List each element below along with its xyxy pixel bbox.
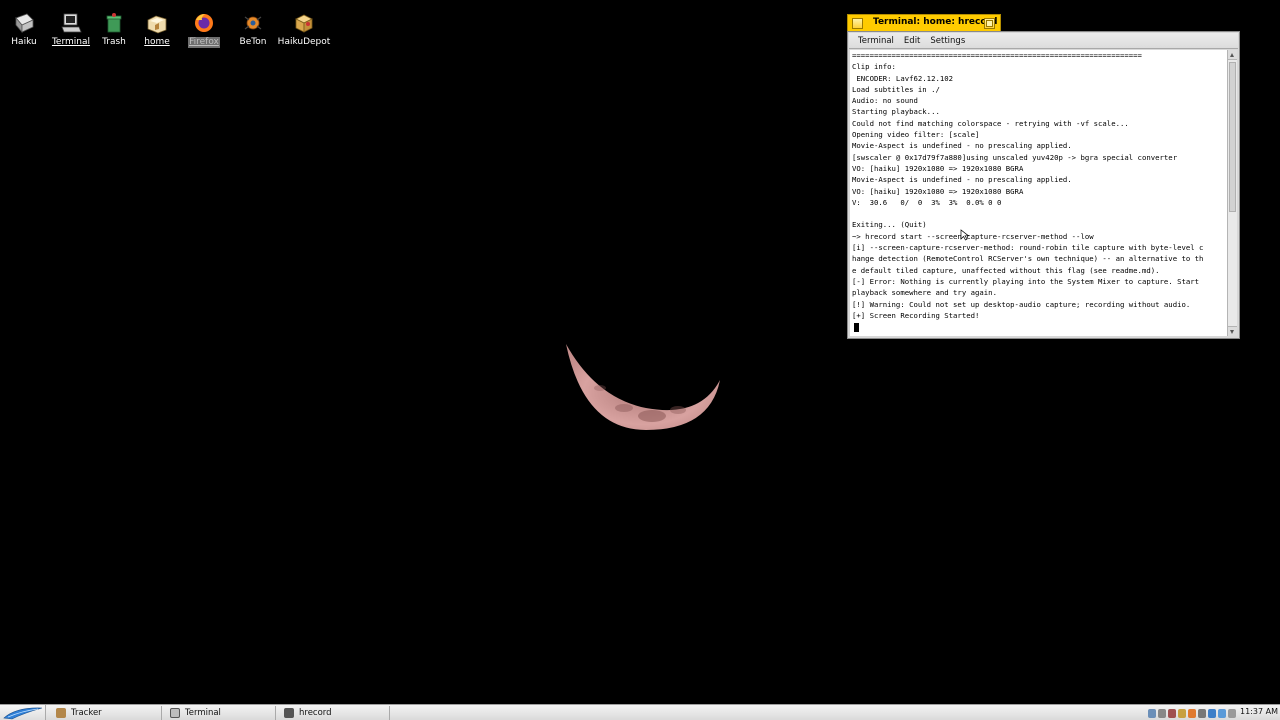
tray-app-icon[interactable]	[1168, 708, 1176, 718]
vertical-scrollbar[interactable]	[1227, 50, 1237, 336]
mouse-pointer-icon	[960, 226, 970, 245]
terminal-line: Movie-Aspect is undefined - no prescalin…	[852, 141, 1072, 151]
desktop-icon-label: Haiku	[11, 37, 37, 47]
terminal-icon	[170, 708, 180, 718]
terminal-line: [i] --screen-capture-rcserver-method: ro…	[852, 243, 1204, 253]
terminal-line: [!] Warning: Could not set up desktop-au…	[852, 299, 1191, 309]
hrecord-icon	[284, 708, 294, 718]
desktop-icon-label: HaikuDepot	[277, 37, 331, 47]
scroll-down-arrow-icon[interactable]	[1228, 326, 1237, 336]
tracker-icon	[56, 708, 66, 718]
menu-settings[interactable]: Settings	[925, 36, 970, 46]
tray-app-icon[interactable]	[1188, 708, 1196, 718]
terminal-line: VO: [haiku] 1920x1080 => 1920x1080 BGRA	[852, 163, 1024, 173]
deskbar-menu-button[interactable]	[0, 705, 46, 720]
task-label: Terminal	[185, 708, 221, 718]
window-tab[interactable]: Terminal: home: hrecord	[847, 14, 1001, 31]
terminal-output[interactable]: ========================================…	[850, 50, 1228, 336]
home-folder-icon	[146, 12, 168, 34]
terminal-line: V: 30.6 0/ 0 3% 3% 0.0% 0 0	[852, 197, 1002, 207]
menu-edit[interactable]: Edit	[899, 36, 925, 46]
network-icon[interactable]	[1148, 708, 1156, 718]
scroll-thumb[interactable]	[1229, 62, 1236, 212]
text-cursor	[854, 323, 859, 333]
haiku-leaf-icon	[3, 707, 43, 720]
terminal-line: Opening video filter: [scale]	[852, 130, 980, 140]
terminal-line: Could not find matching colorspace - ret…	[852, 118, 1129, 128]
menu-terminal[interactable]: Terminal	[853, 36, 899, 46]
tray-app-icon[interactable]	[1208, 708, 1216, 718]
clock[interactable]: 11:37 AM	[1240, 707, 1278, 716]
window-title: Terminal: home: hrecord	[873, 17, 998, 27]
wallpaper-moon	[560, 322, 724, 434]
terminal-line: [-] Error: Nothing is currently playing …	[852, 276, 1200, 286]
terminal-icon	[60, 12, 82, 34]
desktop-icon-label: Trash	[102, 37, 126, 47]
desktop-icon-label: home	[144, 37, 170, 47]
terminal-line: Starting playback...	[852, 107, 940, 117]
terminal-line: ========================================…	[852, 51, 1142, 60]
tray-app-icon[interactable]	[1198, 708, 1206, 718]
window-frame: Terminal Edit Settings =================…	[847, 31, 1240, 339]
scroll-up-arrow-icon[interactable]	[1228, 50, 1237, 60]
terminal-line: ~> hrecord start --screen-capture-rcserv…	[852, 231, 1094, 241]
menu-bar: Terminal Edit Settings	[849, 33, 1238, 49]
terminal-line: VO: [haiku] 1920x1080 => 1920x1080 BGRA	[852, 186, 1024, 196]
terminal-line: playback somewhere and try again.	[852, 288, 997, 298]
trash-icon	[103, 12, 125, 34]
task-terminal[interactable]: Terminal	[164, 706, 276, 720]
deskbar: Tracker Terminal hrecord 11:37 AM	[0, 704, 1280, 720]
zoom-button[interactable]	[984, 18, 995, 29]
terminal-line: Load subtitles in ./	[852, 84, 940, 94]
desktop-icon-label: BeTon	[239, 37, 267, 47]
firefox-icon	[193, 12, 215, 34]
terminal-window: Terminal: home: hrecord Terminal Edit Se…	[847, 14, 1240, 339]
task-label: Tracker	[71, 708, 102, 718]
task-tracker[interactable]: Tracker	[50, 706, 162, 720]
terminal-line: [+] Screen Recording Started!	[852, 310, 980, 320]
system-tray	[1148, 707, 1236, 719]
tray-app-icon[interactable]	[1158, 708, 1166, 718]
terminal-line: Audio: no sound	[852, 96, 918, 106]
desktop-icon-label: Firefox	[188, 37, 220, 48]
task-label: hrecord	[299, 708, 332, 718]
terminal-line: Exiting... (Quit)	[852, 220, 927, 230]
terminal-line: Movie-Aspect is undefined - no prescalin…	[852, 175, 1072, 185]
beton-icon	[242, 12, 264, 34]
terminal-line: [swscaler @ 0x17d79f7a880]using unscaled…	[852, 152, 1178, 162]
package-box-icon	[293, 12, 315, 34]
task-hrecord[interactable]: hrecord	[278, 706, 390, 720]
haiku-disk-icon	[13, 12, 35, 34]
close-button[interactable]	[852, 18, 863, 29]
terminal-line: ENCODER: Lavf62.12.102	[852, 73, 954, 83]
volume-icon[interactable]	[1228, 708, 1236, 718]
tray-app-icon[interactable]	[1178, 708, 1186, 718]
desktop-icon-haikudepot[interactable]: HaikuDepot	[274, 12, 334, 48]
tray-app-icon[interactable]	[1218, 708, 1226, 718]
terminal-line: hange detection (RemoteControl RCServer'…	[852, 254, 1204, 264]
terminal-line: Clip info:	[852, 62, 896, 72]
terminal-line: e default tiled capture, unaffected with…	[852, 265, 1160, 275]
